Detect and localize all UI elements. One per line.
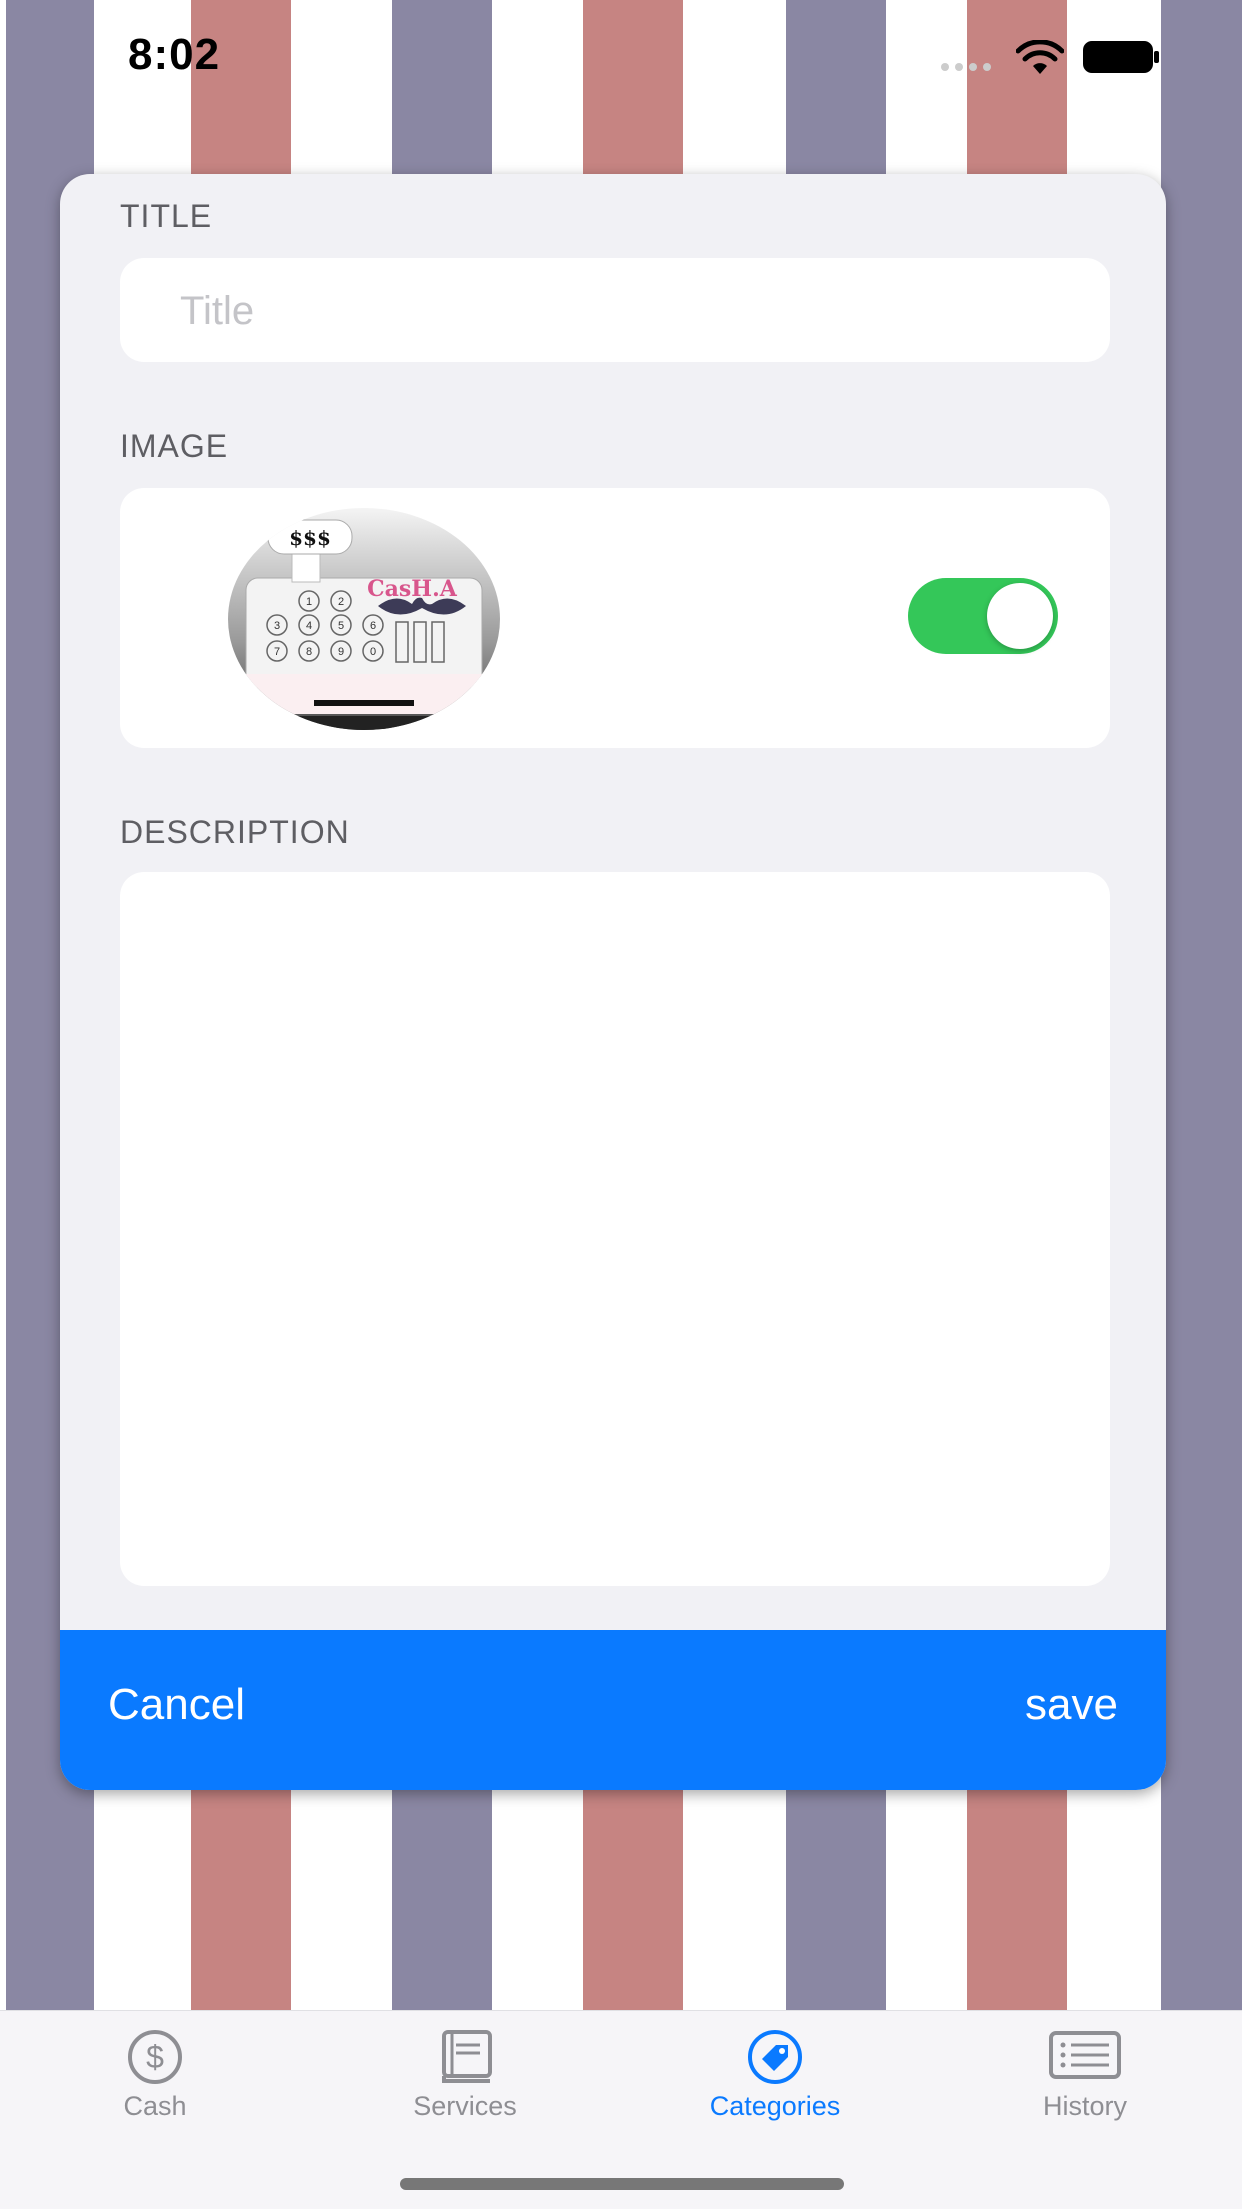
svg-text:4: 4 — [306, 620, 312, 632]
svg-text:7: 7 — [274, 646, 280, 658]
svg-text:0: 0 — [370, 646, 376, 658]
category-image[interactable]: 1 2 3 4 5 6 7 8 9 0 $$$ CasH.A — [226, 506, 502, 732]
svg-text:3: 3 — [274, 620, 280, 632]
home-indicator — [400, 2178, 844, 2190]
title-label: TITLE — [120, 198, 213, 234]
save-button[interactable]: save — [1025, 1680, 1118, 1730]
svg-text:8: 8 — [306, 646, 312, 658]
image-field: 1 2 3 4 5 6 7 8 9 0 $$$ CasH.A — [120, 488, 1110, 748]
wifi-icon — [1016, 40, 1064, 74]
title-field — [120, 258, 1110, 364]
tab-label: Categories — [709, 2091, 841, 2121]
svg-text:9: 9 — [338, 646, 344, 658]
book-icon — [442, 2030, 492, 2083]
edit-category-card: TITLE IMAGE — [60, 174, 1166, 1790]
tab-history[interactable]: History — [985, 2029, 1185, 2149]
description-textarea[interactable] — [150, 896, 1084, 1560]
tab-services[interactable]: Services — [365, 2029, 565, 2149]
image-label: IMAGE — [120, 428, 229, 464]
tag-icon — [748, 2030, 802, 2084]
tab-label: History — [1042, 2091, 1127, 2121]
dollar-circle-icon: $ — [128, 2030, 182, 2084]
svg-text:2: 2 — [338, 596, 344, 608]
battery-icon — [1083, 41, 1159, 73]
action-bar: Cancel save — [60, 1630, 1166, 1790]
tab-cash[interactable]: $ Cash — [55, 2029, 255, 2149]
toggle-knob — [987, 583, 1053, 649]
image-toggle[interactable] — [908, 578, 1058, 654]
tab-categories[interactable]: Categories — [675, 2029, 875, 2149]
status-bar: 8:02 — [0, 0, 1242, 120]
status-time: 8:02 — [128, 30, 221, 79]
svg-text:1: 1 — [306, 596, 312, 608]
description-field[interactable] — [120, 872, 1110, 1586]
svg-text:5: 5 — [338, 620, 344, 632]
list-icon — [1049, 2031, 1121, 2079]
stripe — [1161, 0, 1242, 2010]
title-input[interactable] — [178, 258, 1062, 364]
cancel-button[interactable]: Cancel — [108, 1680, 245, 1730]
svg-text:$$$: $$$ — [289, 526, 331, 550]
svg-text:CasH.A: CasH.A — [367, 576, 458, 602]
tab-label: Cash — [123, 2091, 187, 2121]
svg-text:6: 6 — [370, 620, 376, 632]
description-label: DESCRIPTION — [120, 814, 350, 850]
tab-label: Services — [413, 2091, 517, 2121]
signal-icon — [941, 63, 991, 71]
svg-text:$: $ — [146, 2039, 164, 2075]
